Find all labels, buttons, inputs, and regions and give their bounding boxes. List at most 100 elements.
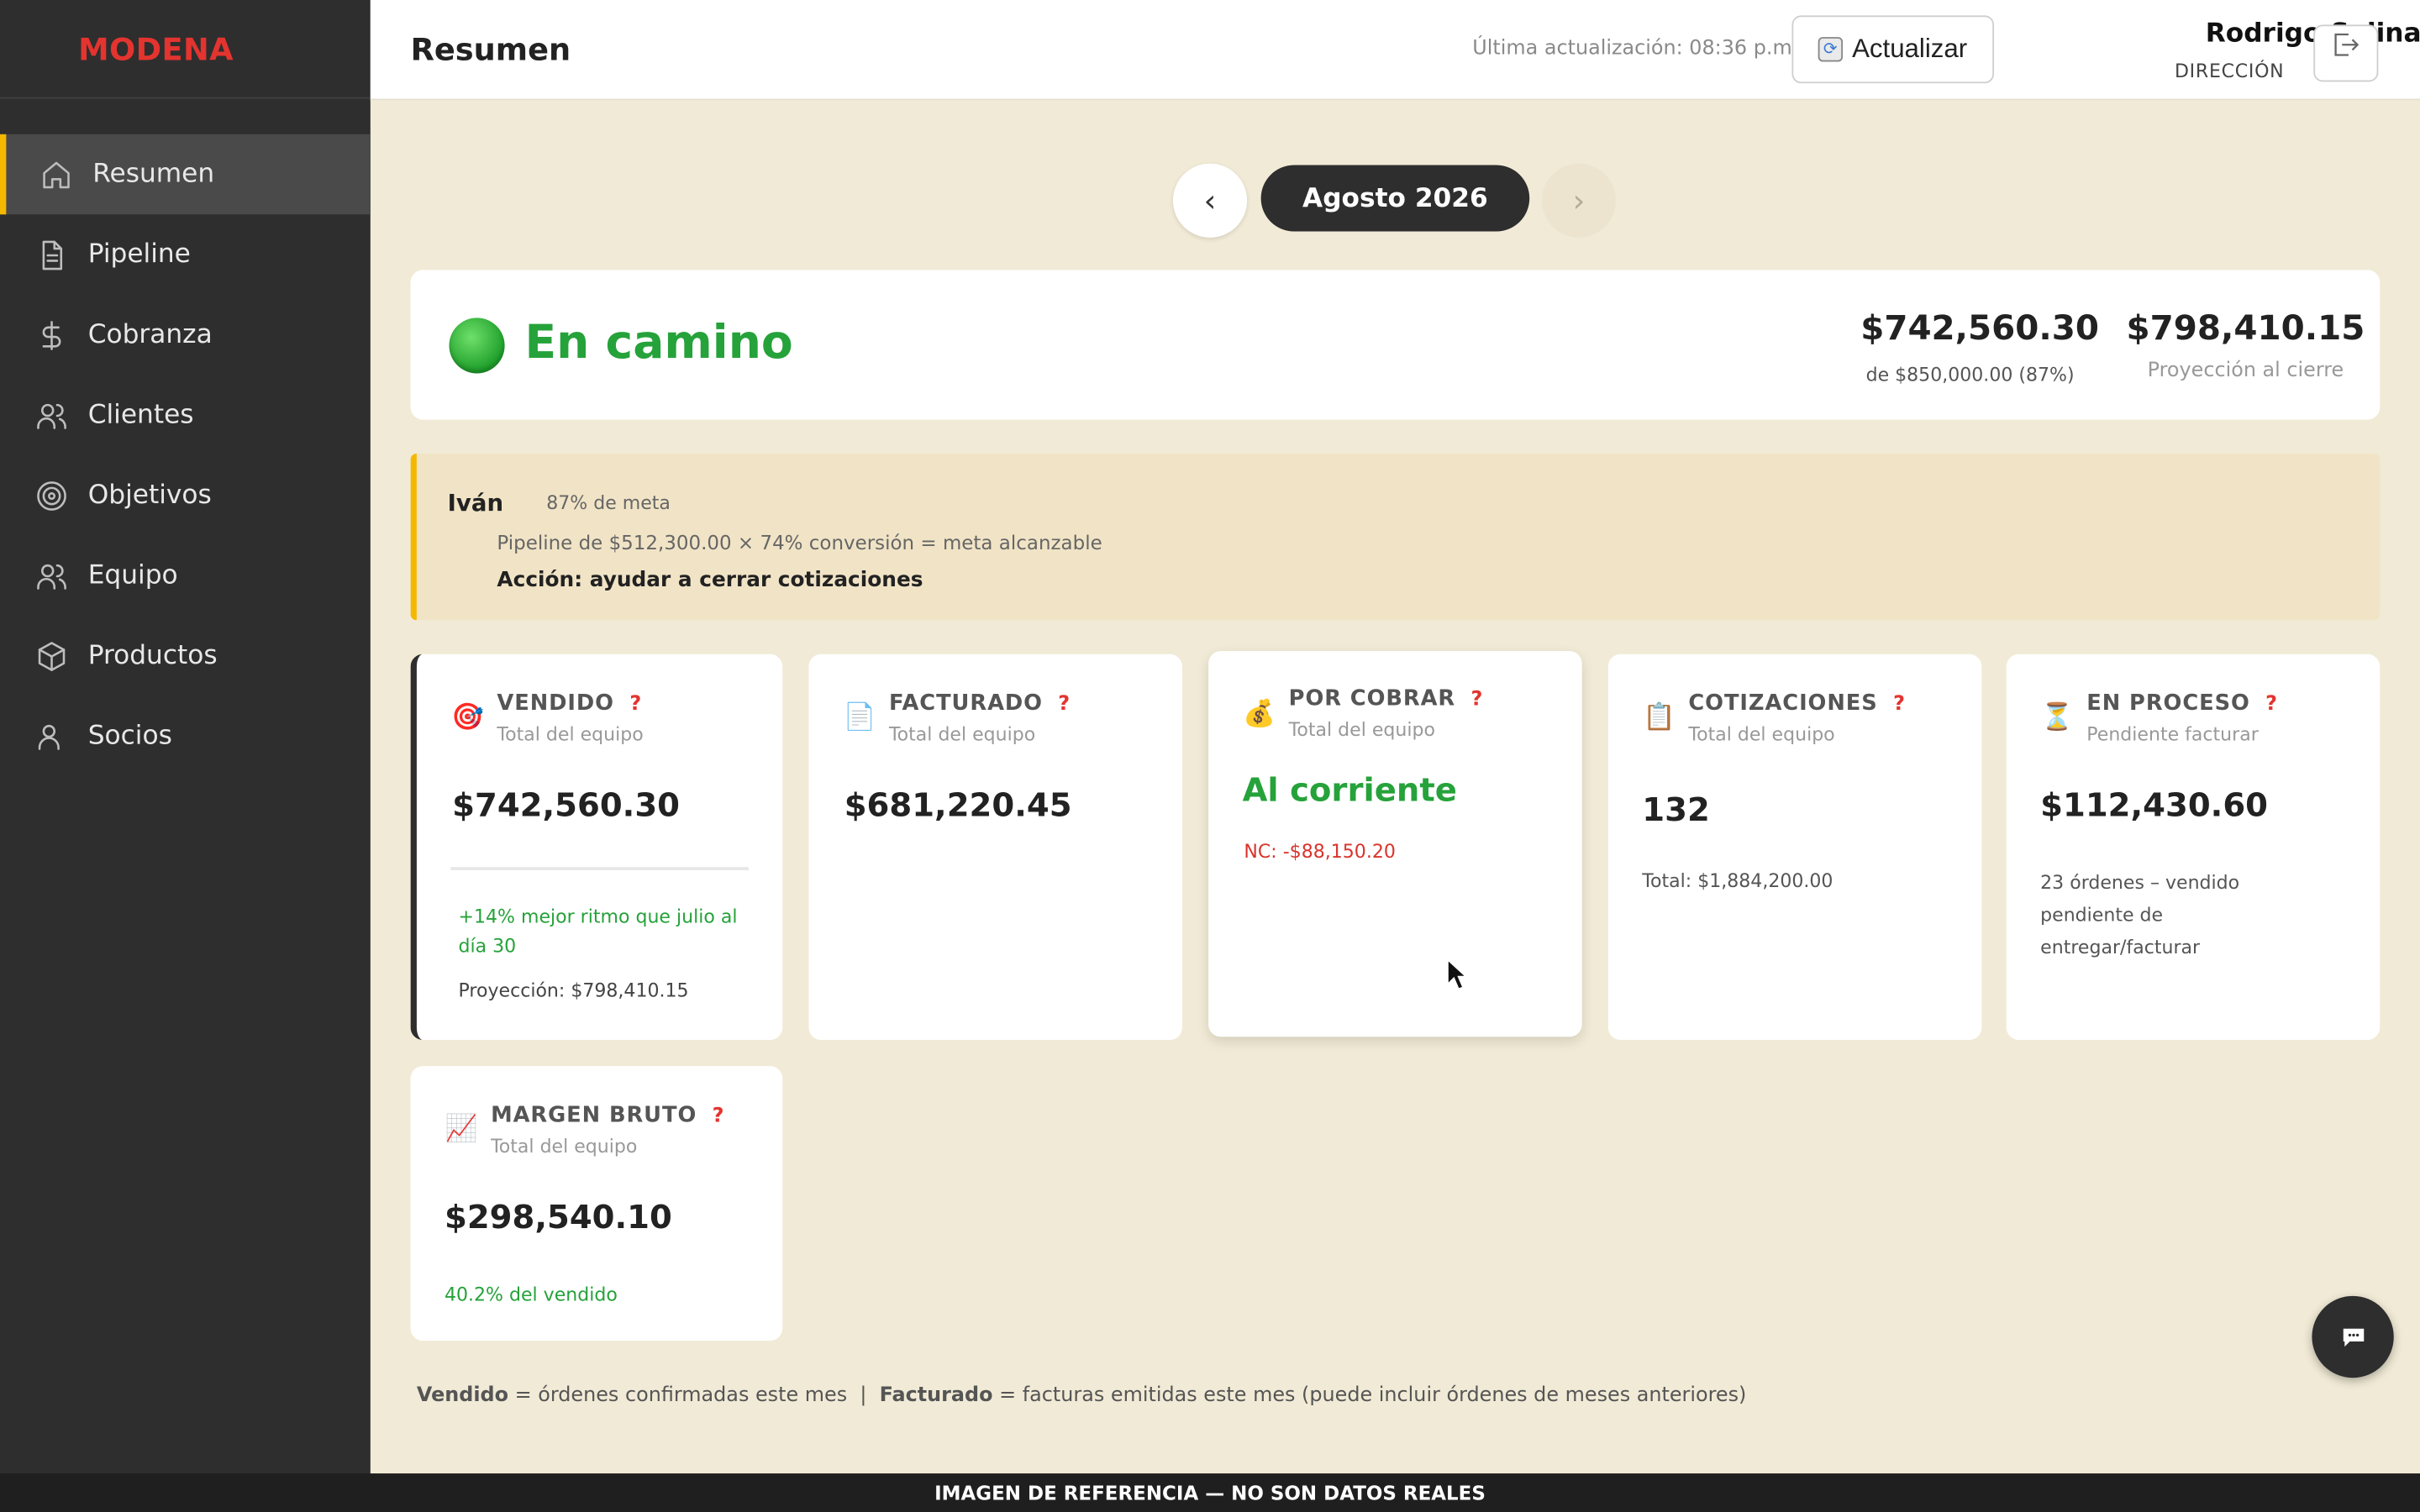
card-subtitle: Total del equipo	[888, 723, 1036, 746]
users-icon	[34, 398, 67, 432]
card-title-text: FACTURADO	[888, 690, 1043, 717]
card-vendido[interactable]: 🎯 VENDIDO? Total del equipo $742,560.30 …	[410, 654, 783, 1040]
refresh-label: Actualizar	[1852, 34, 1968, 64]
sidebar-item-clientes[interactable]: Clientes	[0, 375, 371, 455]
seller-alert-card: Iván 87% de meta Pipeline de $512,300.00…	[410, 454, 2381, 621]
projection-label: Proyección al cierre	[2147, 359, 2344, 383]
chevron-right-icon: ›	[1572, 181, 1586, 219]
team-icon	[34, 559, 67, 592]
invoice-icon: 📄	[843, 701, 876, 733]
hourglass-icon: ⏳	[2040, 701, 2074, 733]
sidebar-item-cobranza[interactable]: Cobranza	[0, 295, 371, 375]
divider	[450, 867, 749, 870]
sidebar-item-pipeline[interactable]: Pipeline	[0, 214, 371, 295]
help-icon[interactable]: ?	[629, 693, 641, 717]
help-icon[interactable]: ?	[2265, 693, 2277, 717]
sidebar-item-label: Equipo	[87, 559, 178, 591]
card-title: MARGEN BRUTO?	[491, 1103, 723, 1127]
help-icon[interactable]: ?	[1058, 693, 1070, 717]
card-title: FACTURADO?	[889, 691, 1070, 716]
refresh-button[interactable]: ⟳ Actualizar	[1791, 15, 1995, 84]
alert-seller-name: Iván	[447, 489, 504, 517]
box-icon	[34, 638, 67, 672]
card-subtitle: Total del equipo	[491, 1135, 638, 1158]
money-bag-icon: 💰	[1243, 699, 1276, 730]
alert-pipeline-text: Pipeline de $512,300.00 × 74% conversión…	[497, 530, 1102, 554]
chart-up-icon: 📈	[445, 1114, 478, 1145]
reference-banner: IMAGEN DE REFERENCIA — NO SON DATOS REAL…	[0, 1473, 2420, 1512]
help-icon[interactable]: ?	[1893, 693, 1905, 717]
card-facturado[interactable]: 📄 FACTURADO? Total del equipo $681,220.4…	[808, 654, 1182, 1040]
document-icon	[34, 238, 67, 271]
card-projection-note: Proyección: $798,410.15	[458, 979, 689, 1002]
help-icon[interactable]: ?	[1471, 688, 1483, 711]
projection-amount: $798,410.15	[2126, 310, 2365, 349]
card-title: POR COBRAR?	[1289, 686, 1483, 711]
sidebar-item-label: Clientes	[87, 399, 194, 431]
refresh-icon: ⟳	[1818, 37, 1844, 62]
card-title-text: EN PROCESO	[2086, 690, 2250, 717]
card-margen-bruto[interactable]: 📈 MARGEN BRUTO? Total del equipo $298,54…	[410, 1066, 783, 1341]
sidebar-item-label: Objetivos	[87, 480, 212, 511]
page-title: Resumen	[410, 30, 571, 68]
card-subtitle: Total del equipo	[1288, 718, 1435, 741]
card-trend-note: +14% mejor ritmo que julio al día 30	[458, 906, 738, 957]
sidebar-item-label: Pipeline	[87, 239, 191, 270]
card-en-proceso[interactable]: ⏳ EN PROCESO? Pendiente facturar $112,43…	[2006, 654, 2381, 1040]
help-icon[interactable]: ?	[713, 1105, 724, 1128]
card-value: Al corriente	[1242, 771, 1457, 809]
sidebar-item-label: Resumen	[92, 159, 215, 190]
partner-icon	[34, 719, 67, 753]
alert-action-text: Acción: ayudar a cerrar cotizaciones	[497, 567, 923, 593]
footnote-definition: = facturas emitidas este mes (puede incl…	[992, 1383, 1747, 1408]
card-title-text: VENDIDO	[497, 690, 614, 717]
sidebar-item-socios[interactable]: Socios	[0, 696, 371, 776]
sidebar: MODENA Resumen Pipeline Cobranza Cliente…	[0, 0, 371, 1512]
footnote-term: Vendido	[416, 1383, 509, 1408]
card-value: $742,560.30	[452, 786, 681, 824]
card-por-cobrar[interactable]: 💰 POR COBRAR? Total del equipo Al corrie…	[1208, 651, 1582, 1037]
card-value: 132	[1642, 791, 1710, 829]
home-icon	[39, 157, 72, 191]
status-label: En camino	[524, 316, 793, 370]
brand-name: MODENA	[78, 29, 234, 67]
sidebar-item-equipo[interactable]: Equipo	[0, 535, 371, 616]
card-value: $681,220.45	[844, 786, 1072, 824]
logout-button[interactable]	[2313, 24, 2379, 82]
sidebar-item-objetivos[interactable]: Objetivos	[0, 455, 371, 536]
footnote-definition: = órdenes confirmadas este mes |	[508, 1383, 880, 1408]
card-title: VENDIDO?	[497, 691, 641, 716]
chevron-left-icon: ‹	[1203, 181, 1217, 219]
sidebar-item-label: Cobranza	[87, 319, 213, 350]
sidebar-nav: Resumen Pipeline Cobranza Clientes Objet…	[0, 134, 371, 776]
month-prev-button[interactable]: ‹	[1172, 163, 1248, 238]
card-title: EN PROCESO?	[2086, 691, 2277, 716]
card-subtitle: Total del equipo	[497, 723, 644, 746]
card-subtitle: Total del equipo	[1688, 723, 1835, 746]
status-card: En camino $742,560.30 de $850,000.00 (87…	[410, 270, 2381, 420]
logout-icon	[2334, 33, 2360, 56]
footnote-term: Facturado	[879, 1383, 993, 1408]
card-margin-note: 40.2% del vendido	[444, 1284, 618, 1305]
brand-logo[interactable]: MODENA	[0, 0, 371, 99]
card-title-text: POR COBRAR	[1288, 686, 1456, 711]
dollar-icon	[34, 318, 67, 351]
mouse-cursor-icon	[1446, 958, 1468, 990]
sidebar-item-productos[interactable]: Productos	[0, 616, 371, 696]
month-selector[interactable]: Agosto 2026	[1260, 165, 1530, 232]
card-value: $112,430.60	[2040, 786, 2269, 824]
month-next-button[interactable]: ›	[1541, 163, 1617, 238]
sidebar-item-label: Productos	[87, 640, 218, 671]
alert-goal-percent: 87% de meta	[546, 491, 671, 514]
sidebar-item-resumen[interactable]: Resumen	[0, 134, 371, 215]
status-indicator-icon	[449, 318, 505, 374]
card-title-text: MARGEN BRUTO	[491, 1103, 697, 1128]
user-role: DIRECCIÓN	[2174, 60, 2285, 82]
target-icon	[34, 478, 67, 512]
app-root: MODENA Resumen Pipeline Cobranza Cliente…	[0, 0, 2420, 1512]
card-cotizaciones[interactable]: 📋 COTIZACIONES? Total del equipo 132 Tot…	[1607, 654, 1982, 1040]
chat-button[interactable]	[2312, 1295, 2394, 1378]
card-orders-note: 23 órdenes – vendido pendiente de entreg…	[2040, 871, 2240, 958]
sidebar-item-label: Socios	[87, 720, 172, 752]
last-update-text: Última actualización: 08:36 p.m.	[1472, 37, 1799, 60]
